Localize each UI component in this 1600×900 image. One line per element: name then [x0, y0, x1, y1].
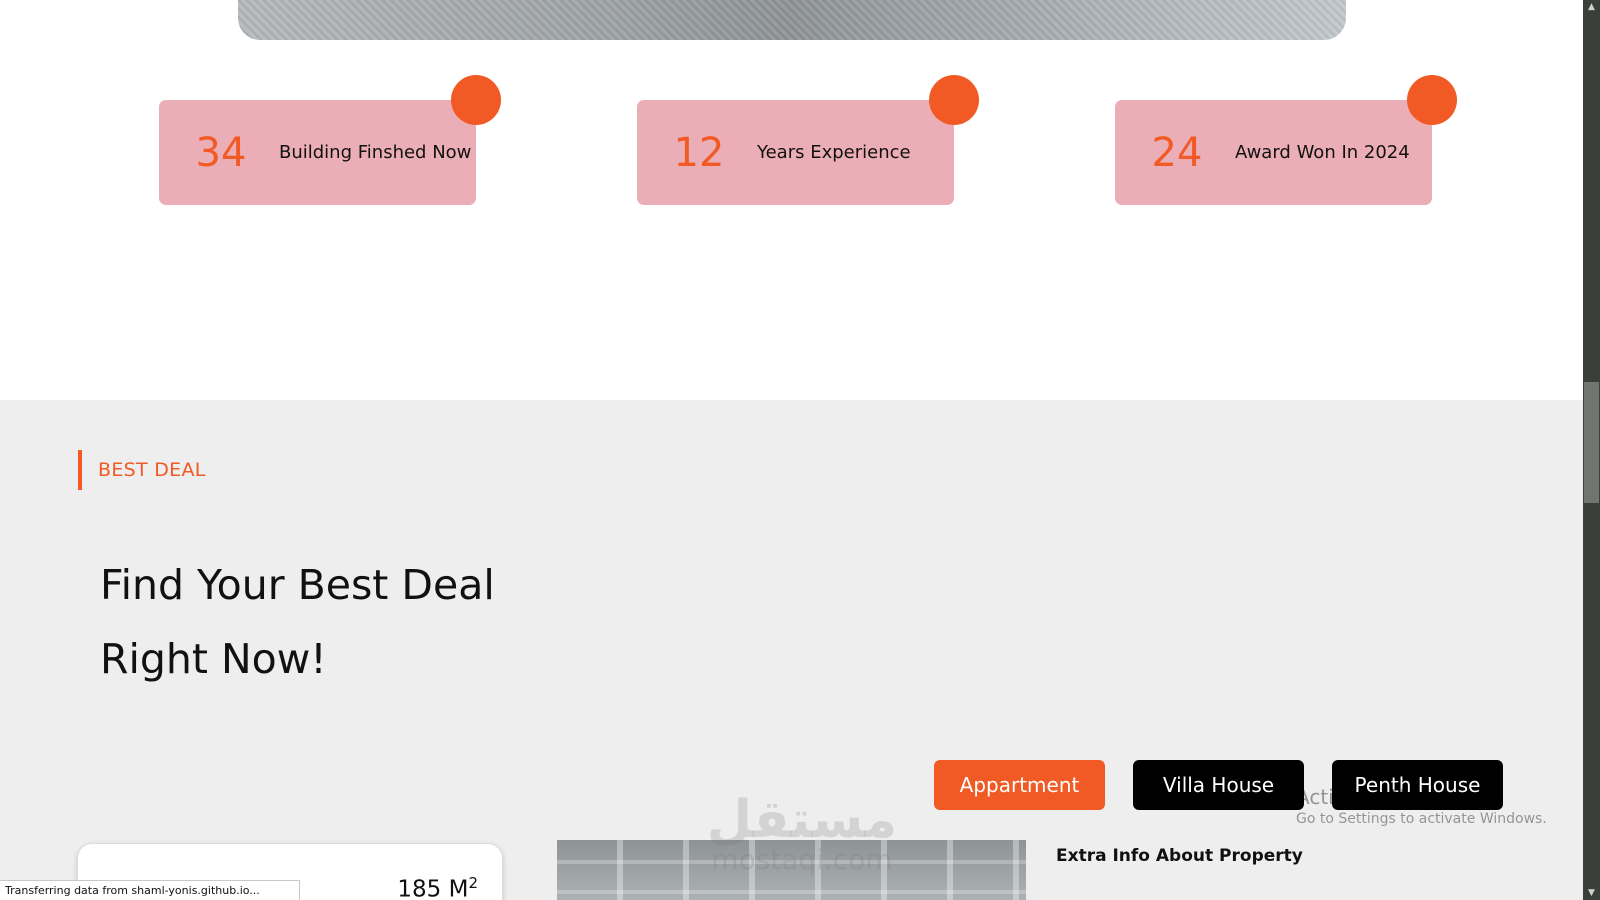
stat-card-experience: 12 Years Experience	[637, 75, 979, 205]
property-area: 185 M2	[397, 874, 478, 900]
stat-dot-icon	[929, 75, 979, 125]
vertical-scrollbar[interactable]: ▲ ▼	[1583, 0, 1600, 900]
property-type-tabs: Appartment Villa House Penth House	[934, 760, 1503, 810]
stat-card-awards: 24 Award Won In 2024	[1115, 75, 1457, 205]
tab-appartment[interactable]: Appartment	[934, 760, 1105, 810]
scrollbar-thumb[interactable]	[1584, 382, 1599, 503]
stat-dot-icon	[451, 75, 501, 125]
browser-status-bar: Transferring data from shaml-yonis.githu…	[0, 880, 300, 900]
property-photo	[557, 840, 1026, 900]
stat-label: Years Experience	[757, 142, 911, 163]
stats-section: 34 Building Finshed Now 12 Years Experie…	[0, 0, 1583, 400]
stat-number: 12	[673, 129, 725, 176]
area-value: 185 M	[397, 876, 469, 900]
title-line-2: Right Now!	[100, 635, 327, 683]
best-deal-section: BEST DEAL Find Your Best Deal Right Now!…	[0, 400, 1583, 900]
scroll-up-arrow-icon[interactable]: ▲	[1585, 0, 1598, 14]
extra-info-heading: Extra Info About Property	[1056, 846, 1303, 866]
tab-penth-house[interactable]: Penth House	[1332, 760, 1503, 810]
title-line-1: Find Your Best Deal	[100, 561, 495, 609]
stat-number: 24	[1151, 129, 1203, 176]
section-eyebrow: BEST DEAL	[78, 450, 206, 490]
tab-villa-house[interactable]: Villa House	[1133, 760, 1304, 810]
stat-number: 34	[195, 129, 247, 176]
scroll-down-arrow-icon[interactable]: ▼	[1585, 886, 1598, 900]
stat-label: Building Finshed Now	[279, 142, 472, 163]
stat-label: Award Won In 2024	[1235, 142, 1410, 163]
area-unit-superscript: 2	[468, 874, 478, 892]
stat-card-buildings: 34 Building Finshed Now	[159, 75, 501, 205]
section-title: Find Your Best Deal Right Now!	[100, 548, 495, 696]
stat-dot-icon	[1407, 75, 1457, 125]
